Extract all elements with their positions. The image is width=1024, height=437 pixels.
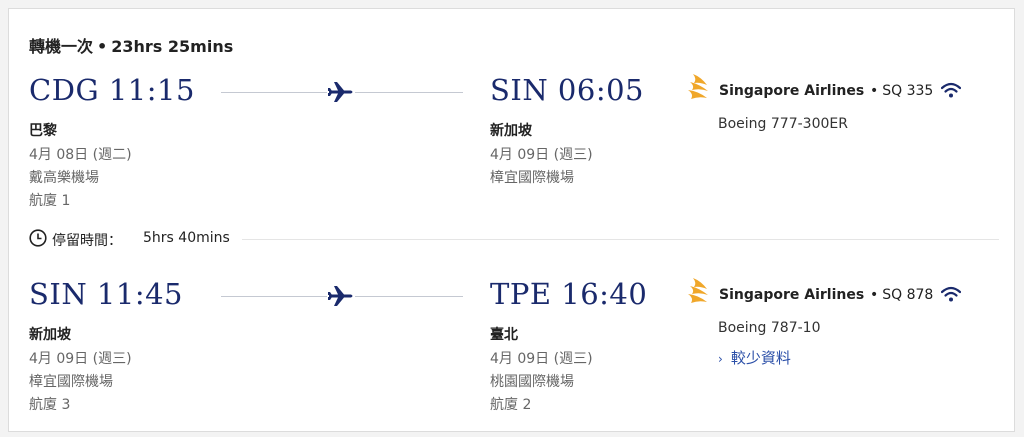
total-duration: 23hrs 25mins [111, 37, 234, 56]
arrival-code-time: SIN 06:05 [490, 73, 644, 107]
trip-summary: 轉機一次 • 23hrs 25mins [29, 33, 233, 57]
wifi-icon [941, 82, 961, 98]
airline-name: Singapore Airlines [719, 83, 865, 99]
summary-separator: • [97, 37, 108, 56]
flight-segment-2: SIN 11:45 新加坡 4月 09日 (週三) 樟宜國際機場 航廈 3 TP… [9, 277, 1014, 437]
departure-code-time: SIN 11:45 [29, 277, 183, 311]
wifi-icon [941, 286, 961, 302]
airline-info: Singapore Airlines • SQ 335 Boeing 777-30… [687, 73, 1007, 193]
flight-separator: • [870, 287, 879, 303]
arrival-city: 臺北 [490, 327, 518, 343]
departure-airport: 樟宜國際機場 [29, 374, 113, 390]
aircraft-type: Boeing 777-300ER [718, 116, 848, 132]
arrival-date: 4月 09日 (週三) [490, 147, 593, 163]
arrival-date: 4月 09日 (週三) [490, 351, 593, 367]
flight-number: SQ 335 [882, 83, 934, 99]
departure-date: 4月 09日 (週三) [29, 351, 132, 367]
layover-duration: 5hrs 40mins [143, 230, 230, 246]
departure-city: 巴黎 [29, 123, 57, 139]
flight-number: SQ 878 [882, 287, 934, 303]
airplane-icon [327, 284, 355, 308]
show-less-label: 較少資料 [730, 349, 791, 367]
airline-name: Singapore Airlines [719, 287, 865, 303]
layover-divider [242, 239, 999, 240]
itinerary-card: 轉機一次 • 23hrs 25mins CDG 11:15 巴黎 4月 08日 (週… [8, 8, 1015, 432]
departure-code-time: CDG 11:15 [29, 73, 195, 107]
flight-separator: • [870, 83, 879, 99]
departure-city: 新加坡 [29, 327, 71, 343]
clock-icon [29, 229, 47, 247]
show-less-details-link[interactable]: › 較少資料 [718, 347, 791, 368]
layover-label: 停留時間： [52, 233, 122, 249]
airplane-icon [327, 80, 355, 104]
arrival-city: 新加坡 [490, 123, 532, 139]
singapore-airlines-logo-icon [688, 278, 708, 303]
departure-terminal: 航廈 1 [29, 193, 71, 209]
chevron-right-icon: › [718, 352, 723, 366]
flight-number-group: • SQ 878 [870, 287, 933, 303]
singapore-airlines-logo-icon [688, 74, 708, 99]
aircraft-type: Boeing 787-10 [718, 320, 821, 336]
arrival-code-time: TPE 16:40 [490, 277, 648, 311]
departure-terminal: 航廈 3 [29, 397, 71, 413]
arrival-airport: 樟宜國際機場 [490, 170, 574, 186]
flight-segment-1: CDG 11:15 巴黎 4月 08日 (週二) 戴高樂機場 航廈 1 SIN … [9, 73, 1014, 233]
airline-info: Singapore Airlines • SQ 878 Boeing 787-10… [687, 277, 1007, 397]
stops-label: 轉機一次 [29, 37, 94, 56]
departure-airport: 戴高樂機場 [29, 170, 99, 186]
departure-date: 4月 08日 (週二) [29, 147, 132, 163]
layover-row: 停留時間： 5hrs 40mins [29, 227, 999, 251]
flight-number-group: • SQ 335 [870, 83, 933, 99]
arrival-terminal: 航廈 2 [490, 397, 532, 413]
arrival-airport: 桃園國際機場 [490, 374, 574, 390]
